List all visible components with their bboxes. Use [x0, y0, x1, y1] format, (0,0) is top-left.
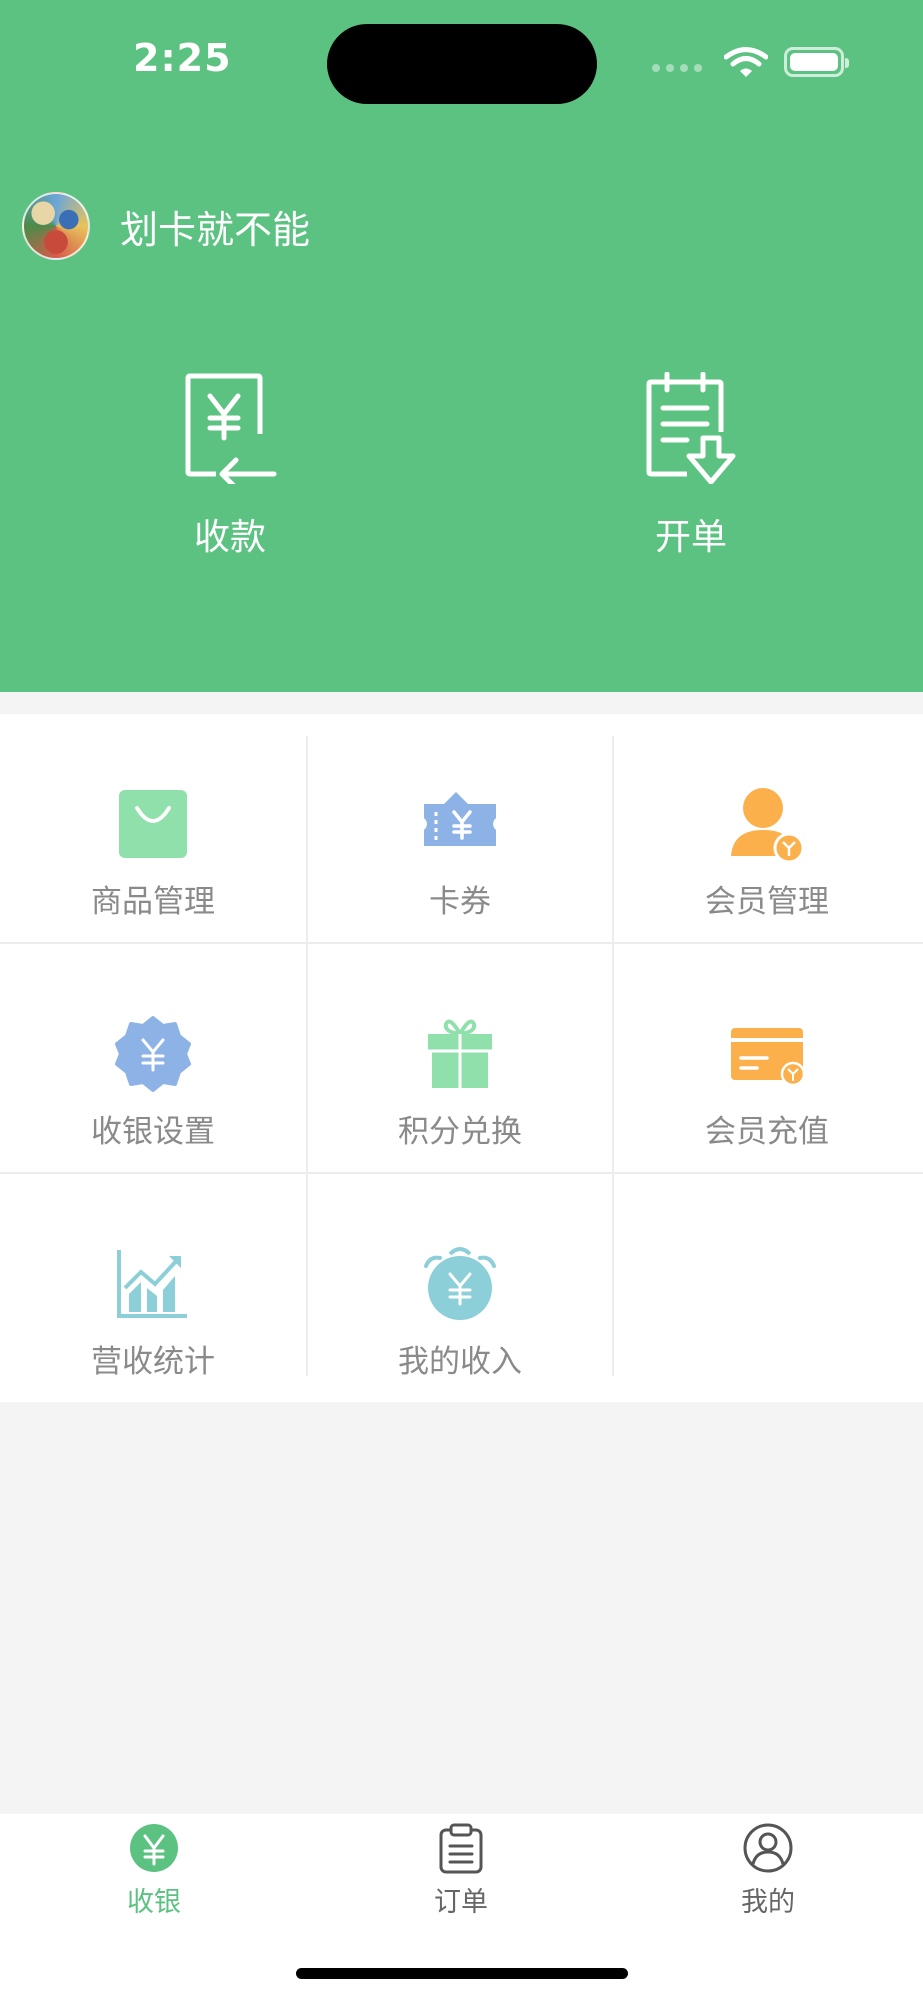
grid-item-label: 收银设置	[91, 1114, 215, 1150]
username: 划卡就不能	[120, 207, 311, 252]
cashier-home-screen: 2:25 划卡就不能 收款 开单 商品管理 卡券 会员管理 收银设置 积分兑换 …	[0, 0, 923, 2000]
profile-tab-icon	[743, 1823, 793, 1873]
grid-item-label: 我的收入	[398, 1344, 522, 1380]
tab-orders[interactable]: 订单	[361, 1822, 561, 1919]
card-recharge-icon	[731, 1028, 806, 1087]
tab-label: 订单	[434, 1887, 488, 1918]
tab-cashier[interactable]: 收银	[54, 1822, 254, 1919]
status-icons	[652, 44, 849, 80]
tab-label: 我的	[741, 1887, 795, 1918]
create-order-icon	[646, 372, 736, 484]
receive-payment-label: 收款	[193, 517, 266, 558]
grid-item-points-exchange[interactable]: 积分兑换	[307, 966, 613, 1172]
wifi-icon	[724, 47, 768, 77]
shopping-bag-icon	[119, 790, 187, 858]
cashier-settings-icon	[115, 1016, 191, 1092]
grid-item-my-income[interactable]: 我的收入	[307, 1196, 613, 1402]
battery-icon	[784, 47, 849, 77]
income-alarm-icon	[424, 1247, 496, 1320]
status-time: 2:25	[133, 36, 232, 80]
grid-item-label: 卡券	[429, 884, 491, 920]
create-order-button[interactable]: 开单	[601, 372, 781, 560]
gift-icon	[428, 1019, 492, 1088]
grid-item-member-recharge[interactable]: 会员充值	[614, 966, 920, 1172]
grid-item-label: 商品管理	[91, 884, 215, 920]
revenue-chart-icon	[117, 1250, 187, 1318]
grid-item-cashier-settings[interactable]: 收银设置	[0, 966, 306, 1172]
receive-payment-icon	[185, 373, 277, 484]
function-grid: 商品管理 卡券 会员管理 收银设置 积分兑换 会员充值 营收统计 我的收入	[0, 714, 923, 1402]
grid-item-member-management[interactable]: 会员管理	[614, 736, 920, 942]
tab-mine[interactable]: 我的	[668, 1822, 868, 1919]
member-icon	[731, 788, 805, 864]
coupon-ticket-icon	[424, 792, 496, 846]
dynamic-island	[327, 24, 597, 104]
grid-item-label: 会员管理	[705, 884, 829, 920]
home-indicator	[296, 1968, 628, 1979]
grid-item-label: 营收统计	[91, 1344, 215, 1380]
header: 2:25 划卡就不能 收款 开单	[0, 0, 923, 692]
create-order-label: 开单	[654, 517, 727, 558]
grid-item-label: 会员充值	[705, 1114, 829, 1150]
avatar[interactable]	[22, 192, 90, 260]
tab-label: 收银	[127, 1887, 181, 1918]
grid-item-product-management[interactable]: 商品管理	[0, 736, 306, 942]
cashier-tab-icon	[130, 1824, 178, 1872]
user-row[interactable]: 划卡就不能	[22, 192, 310, 260]
receive-payment-button[interactable]: 收款	[140, 372, 320, 560]
grid-item-revenue-stats[interactable]: 营收统计	[0, 1196, 306, 1402]
clipboard-tab-icon	[439, 1823, 483, 1874]
grid-item-label: 积分兑换	[398, 1114, 522, 1150]
cellular-signal-icon	[652, 64, 702, 72]
grid-item-coupons[interactable]: 卡券	[307, 736, 613, 942]
